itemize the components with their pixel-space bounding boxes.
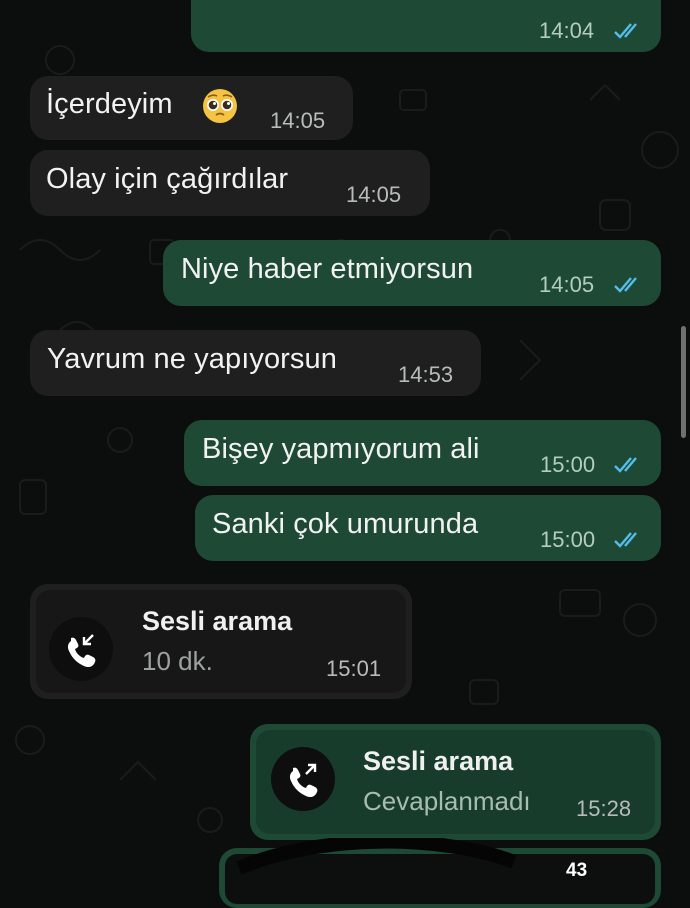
message-text: Olay için çağırdılar [46, 163, 289, 195]
outgoing-message-bubble[interactable]: Niye haber etmiyorsun 14:05 [163, 240, 661, 306]
incoming-voice-call-card[interactable]: Sesli arama 10 dk. 15:01 [30, 584, 412, 699]
message-time: 15:00 [540, 452, 596, 477]
outgoing-message-bubble[interactable]: 14:04 [191, 0, 661, 52]
call-time: 15:01 [326, 656, 382, 681]
call-title: Sesli arama [363, 746, 514, 776]
outgoing-message-bubble[interactable]: Sanki çok umurunda 15:00 [195, 495, 661, 561]
message-time: 14:05 [539, 272, 595, 297]
message-time: 15:00 [540, 527, 596, 552]
message-text: Bişey yapmıyorum ali [202, 433, 480, 465]
message-text: Yavrum ne yapıyorsun [47, 343, 337, 375]
partial-message-text: 43 [566, 860, 588, 881]
message-time: 14:05 [270, 108, 326, 133]
call-title: Sesli arama [142, 606, 293, 636]
redaction-scribble [236, 838, 517, 875]
message-text: İçerdeyim [46, 88, 173, 120]
call-status: Cevaplanmadı [363, 786, 531, 816]
call-icon-circle [49, 617, 113, 681]
incoming-message-bubble[interactable]: Yavrum ne yapıyorsun 14:53 [30, 330, 481, 396]
message-time: 14:04 [539, 18, 595, 43]
read-double-check-icon [614, 532, 637, 548]
incoming-call-icon [67, 634, 96, 668]
outgoing-voice-call-card[interactable]: Sesli arama Cevaplanmadı 15:28 [250, 724, 661, 840]
outgoing-message-bubble-partial[interactable]: 43 [219, 838, 661, 908]
call-time: 15:28 [576, 796, 632, 821]
read-double-check-icon [614, 23, 637, 39]
call-duration: 10 dk. [142, 646, 213, 676]
scrollbar[interactable] [681, 326, 686, 438]
read-double-check-icon [614, 457, 637, 473]
pleading-face-emoji-icon [203, 89, 237, 123]
outgoing-message-bubble[interactable]: Bişey yapmıyorum ali 15:00 [184, 420, 661, 486]
message-text: Sanki çok umurunda [212, 508, 479, 540]
outgoing-call-icon [289, 763, 318, 798]
call-icon-circle [271, 747, 335, 811]
read-double-check-icon [614, 277, 637, 293]
incoming-message-bubble[interactable]: Olay için çağırdılar 14:05 [30, 150, 430, 216]
message-text: Niye haber etmiyorsun [181, 253, 474, 285]
message-time: 14:53 [398, 362, 454, 387]
message-time: 14:05 [346, 182, 402, 207]
incoming-message-bubble[interactable]: İçerdeyim 14:05 [30, 76, 353, 140]
